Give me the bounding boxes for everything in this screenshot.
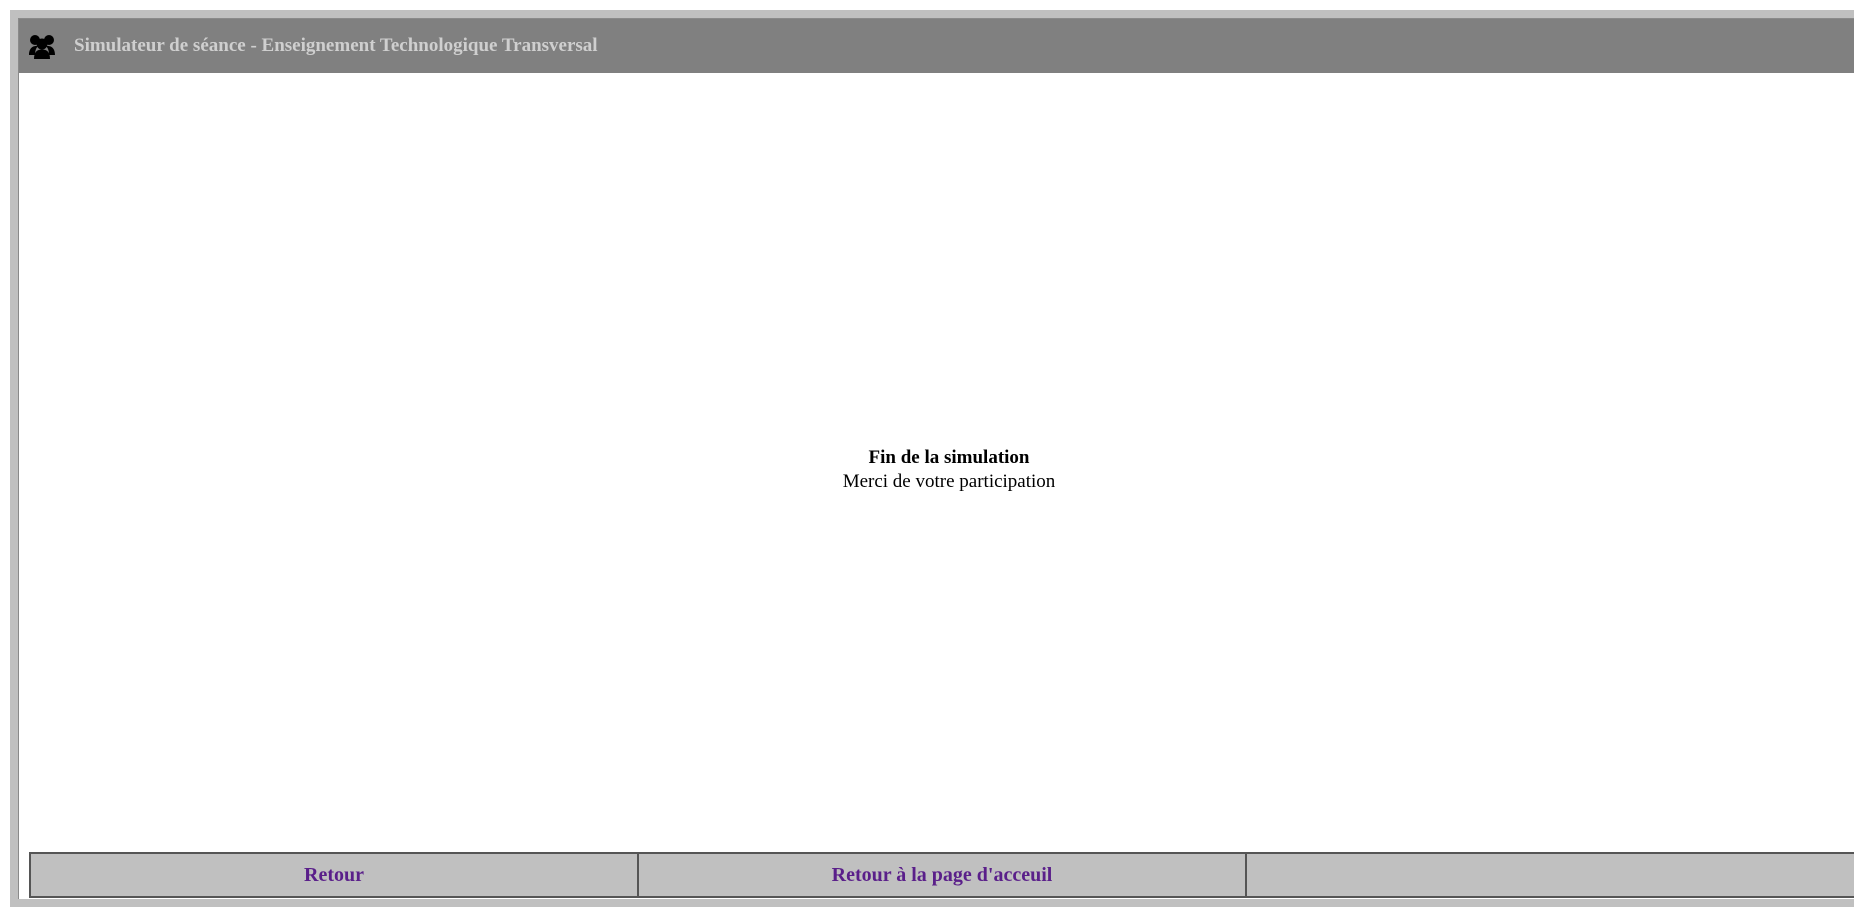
end-message: Fin de la simulation Merci de votre part…	[19, 446, 1854, 494]
navigation-bar: Retour Retour à la page d'acceuil	[29, 852, 1854, 898]
end-message-subtitle: Merci de votre participation	[842, 471, 1056, 492]
home-button[interactable]: Retour à la page d'acceuil	[639, 854, 1247, 896]
app-window: Simulateur de séance - Enseignement Tech…	[18, 18, 1854, 899]
back-button[interactable]: Retour	[31, 854, 639, 896]
empty-nav-cell	[1247, 854, 1854, 896]
title-bar: Simulateur de séance - Enseignement Tech…	[19, 19, 1854, 73]
users-icon	[27, 31, 57, 61]
page-title: Simulateur de séance - Enseignement Tech…	[74, 35, 598, 56]
end-message-title: Fin de la simulation	[868, 447, 1030, 468]
app-frame: Simulateur de séance - Enseignement Tech…	[10, 10, 1854, 907]
